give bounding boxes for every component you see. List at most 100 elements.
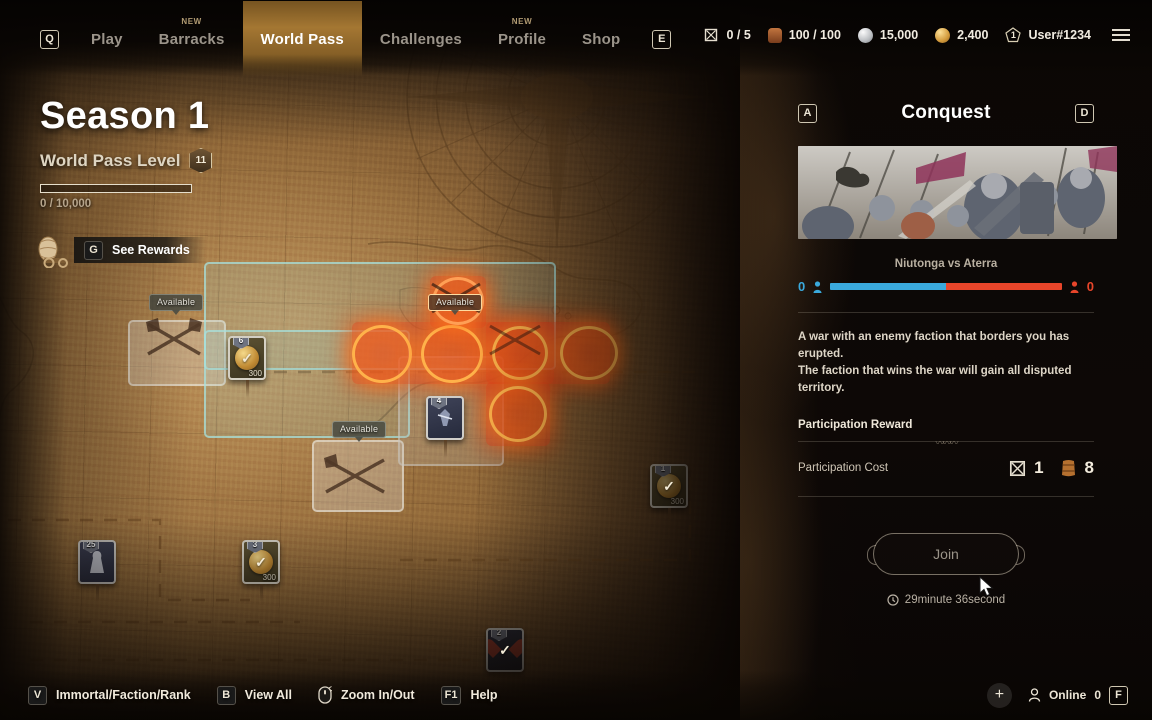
hamburger-menu-icon[interactable] — [1112, 29, 1130, 41]
unit-card-icon — [90, 551, 104, 573]
key-v[interactable]: V — [28, 685, 47, 705]
world-pass-label: World Pass Level — [40, 150, 181, 170]
clock-icon — [887, 594, 899, 606]
nav-label: Profile — [497, 30, 547, 48]
mouse-scroll-icon — [318, 686, 332, 704]
key-q[interactable]: Q — [40, 29, 59, 49]
map-marker[interactable]: 25 — [78, 540, 116, 602]
hint-label: Immortal/Faction/Rank — [56, 688, 191, 702]
player-profile[interactable]: 1 User#1234 — [1005, 27, 1091, 43]
hint-help[interactable]: F1 Help — [440, 685, 498, 705]
gold-coin-icon: ✓ — [249, 550, 273, 574]
battle-axes-icon — [146, 318, 202, 356]
reward-card-heart[interactable]: 2 ✓ — [486, 628, 524, 672]
marker-stem — [668, 508, 671, 526]
nav-new-badge: NEW — [511, 17, 533, 26]
nav-item-shop[interactable]: Shop — [564, 1, 638, 77]
see-rewards-button[interactable]: G See Rewards — [74, 237, 206, 263]
nav-next-key[interactable]: E — [638, 29, 685, 49]
map-marker[interactable]: 4 — [426, 396, 464, 458]
cost-item-barrel: 8 — [1060, 458, 1094, 478]
gold-coin-icon — [935, 27, 951, 43]
conquest-title: Conquest — [901, 102, 991, 123]
nav-item-play[interactable]: Play — [73, 1, 141, 77]
nav-label: Shop — [582, 30, 621, 48]
right-faction-score: 0 — [1086, 279, 1094, 294]
key-f1[interactable]: F1 — [440, 685, 462, 705]
gold-coin-icon: ✓ — [235, 346, 259, 370]
level-pentagon-icon: 1 — [1005, 27, 1022, 43]
wagon-icon — [38, 236, 68, 268]
territory-available-tag-selected[interactable]: Available — [428, 294, 483, 315]
key-b[interactable]: B — [216, 685, 236, 705]
war-score-row: 0 0 — [798, 279, 1094, 294]
nav-item-world-pass[interactable]: World Pass — [242, 1, 362, 77]
cost-value: 1 — [1034, 458, 1044, 477]
map-marker[interactable]: 2 ✓ — [486, 628, 524, 672]
nav-prev-key[interactable]: Q — [26, 29, 73, 49]
matchup-label: Niutonga vs Aterra — [894, 258, 998, 270]
timer-text: 29minute 36second — [904, 594, 1006, 606]
war-bar-right — [946, 283, 1062, 290]
stat-gold[interactable]: 2,400 — [935, 27, 989, 43]
reward-card-gold[interactable]: 3 ✓ 300 — [242, 540, 280, 584]
participation-cost-label: Participation Cost — [798, 462, 889, 474]
hint-zoom-in-out[interactable]: Zoom In/Out — [318, 686, 415, 704]
key-d-next[interactable]: D — [1075, 103, 1094, 123]
online-count: 0 — [1094, 688, 1101, 702]
reward-card-unit[interactable]: 25 — [78, 540, 116, 584]
conquest-panel: A Conquest D Niutonga vs Aterra 0 0 A wa… — [740, 0, 1152, 720]
divider — [798, 496, 1094, 497]
participation-reward-label: Participation Reward — [798, 419, 913, 431]
world-pass-level-row: World Pass Level 11 — [40, 148, 213, 173]
territory-available-tag[interactable]: Available — [149, 294, 204, 315]
reward-card-gold[interactable]: 6 ✓ 300 — [228, 336, 266, 380]
see-rewards-label: See Rewards — [112, 243, 190, 257]
key-g[interactable]: G — [84, 240, 103, 260]
person-icon — [1028, 688, 1041, 702]
battle-axes-icon — [324, 454, 385, 494]
social-bar: + Online 0 F — [986, 682, 1128, 708]
add-friend-button[interactable]: + — [986, 682, 1012, 708]
see-rewards-row[interactable]: G See Rewards — [36, 232, 206, 268]
join-button[interactable]: Join — [867, 533, 1025, 575]
nav-item-profile[interactable]: NEW Profile — [480, 1, 564, 77]
hint-immortal-faction-rank[interactable]: V Immortal/Faction/Rank — [28, 685, 191, 705]
map-marker[interactable]: 6 ✓ 300 — [228, 336, 266, 398]
map-marker[interactable]: 3 ✓ 300 — [242, 540, 280, 602]
top-navigation-bar: Q Play NEW Barracks World Pass Challenge… — [0, 0, 1152, 77]
stat-immortals[interactable]: 100 / 100 — [767, 27, 841, 43]
stat-value: 0 / 5 — [726, 28, 751, 42]
description-line-1: A war with an enemy faction that borders… — [798, 331, 1070, 360]
season-panel: Season 1 World Pass Level 11 0 / 10,000 — [40, 95, 213, 210]
hint-label: View All — [244, 688, 292, 702]
key-a-prev[interactable]: A — [798, 103, 817, 123]
stat-silver[interactable]: 15,000 — [857, 27, 918, 43]
world-pass-level-badge: 11 — [189, 148, 213, 173]
map-marker[interactable]: 1 ✓ 300 — [650, 464, 688, 526]
conquest-description: A war with an enemy faction that borders… — [798, 329, 1094, 397]
nav-item-barracks[interactable]: NEW Barracks — [141, 1, 243, 77]
reward-card-gold[interactable]: 1 ✓ 300 — [650, 464, 688, 508]
key-f[interactable]: F — [1109, 685, 1128, 705]
territory-available-tag[interactable]: Available — [332, 421, 387, 442]
key-e[interactable]: E — [652, 29, 672, 49]
xp-progress-bar — [40, 184, 192, 193]
barrel-icon — [1061, 459, 1075, 477]
online-status[interactable]: Online 0 F — [1028, 685, 1128, 705]
stat-value: 2,400 — [957, 28, 989, 42]
nav-item-challenges[interactable]: Challenges — [362, 1, 480, 77]
gold-coin-icon: ✓ — [657, 474, 681, 498]
nav-label: Challenges — [379, 30, 462, 48]
nav-new-badge: NEW — [181, 17, 202, 26]
stat-value: 100 / 100 — [788, 28, 841, 42]
xp-progress-text: 0 / 10,000 — [40, 198, 92, 210]
hint-view-all[interactable]: B View All — [216, 685, 292, 705]
ornament-divider: 〰〰〰 — [798, 438, 1094, 448]
divider — [798, 312, 1094, 313]
stat-scrolls[interactable]: 0 / 5 — [703, 27, 751, 43]
marker-stem — [444, 440, 447, 458]
keyboard-hints: V Immortal/Faction/Rank B View All Zoom … — [28, 685, 498, 705]
reward-card-unit[interactable]: 4 — [426, 396, 464, 440]
cost-value: 8 — [1084, 458, 1094, 477]
